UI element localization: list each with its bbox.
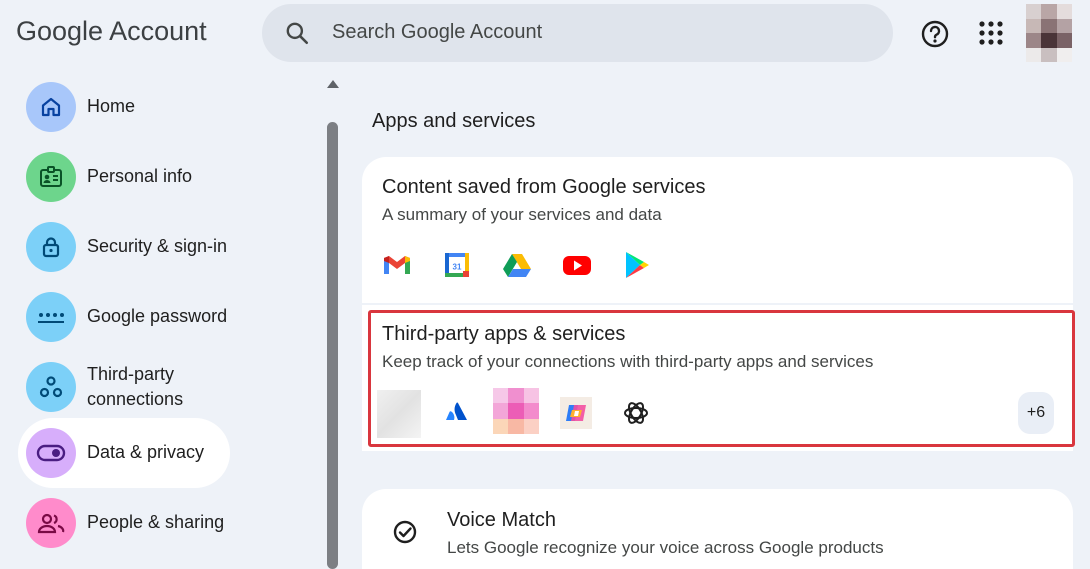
play-icon — [626, 252, 649, 278]
sidebar-item-third-party-connections[interactable]: Third-party connections — [18, 352, 230, 422]
sidebar-item-label: Personal info — [87, 166, 193, 186]
sidebar-item-label: Third-party connections — [87, 364, 184, 409]
sidebar-item-security[interactable]: Security & sign-in — [18, 212, 230, 282]
sidebar-item-label: People & sharing — [87, 512, 225, 532]
sidebar-item-label: Security & sign-in — [87, 236, 228, 256]
calendar-day: 31 — [453, 263, 462, 272]
apps-grid-icon[interactable] — [976, 18, 1006, 48]
card-title: Voice Match — [447, 509, 556, 531]
search-input[interactable]: Search Google Account — [332, 21, 542, 44]
drive-icon — [503, 254, 531, 277]
card-title: Content saved from Google services — [382, 176, 706, 198]
voice-match-icon — [393, 520, 417, 544]
sidebar-item-label: Data & privacy — [87, 442, 205, 462]
sidebar-item-people-sharing[interactable]: People & sharing — [18, 488, 230, 558]
sidebar-item-personal-info[interactable]: Personal info — [18, 142, 230, 212]
sidebar-nav: Home Personal info Security & sign-in Go… — [0, 72, 320, 569]
google-services-card[interactable]: Content saved from Google services A sum… — [362, 157, 1073, 303]
card-subtitle: A summary of your services and data — [382, 205, 662, 224]
gmail-icon — [384, 256, 410, 274]
sidebar-item-data-privacy[interactable]: Data & privacy — [18, 418, 230, 488]
password-icon — [26, 292, 76, 342]
calendar-icon: 31 — [445, 253, 469, 277]
sidebar-item-label: Home — [87, 96, 136, 116]
people-icon — [26, 498, 76, 548]
youtube-icon — [563, 256, 591, 275]
sidebar-item-home[interactable]: Home — [18, 72, 230, 142]
section-title: Apps and services — [372, 110, 536, 132]
search-icon[interactable] — [284, 20, 310, 46]
logo-account-text: Account — [109, 16, 207, 46]
connections-icon — [26, 362, 76, 412]
sidebar-item-google-password[interactable]: Google password — [18, 282, 230, 352]
help-icon[interactable] — [919, 18, 951, 50]
logo-google-text: Google — [16, 16, 104, 46]
home-icon — [26, 82, 76, 132]
header: Google Account Search Google Account — [0, 0, 1090, 72]
id-card-icon — [26, 152, 76, 202]
sidebar-item-label: Google password — [87, 306, 228, 326]
lock-icon — [26, 222, 76, 272]
scroll-up-arrow-icon[interactable] — [327, 80, 339, 88]
highlight-outline — [368, 310, 1075, 447]
toggle-icon — [26, 428, 76, 478]
avatar[interactable] — [1026, 4, 1072, 62]
card-subtitle: Lets Google recognize your voice across … — [447, 538, 884, 557]
scrollbar-thumb[interactable] — [327, 122, 338, 569]
voice-match-card[interactable]: Voice Match Lets Google recognize your v… — [362, 489, 1073, 569]
search-box[interactable]: Search Google Account — [262, 4, 893, 62]
google-account-logo[interactable]: Google Account — [16, 16, 207, 47]
